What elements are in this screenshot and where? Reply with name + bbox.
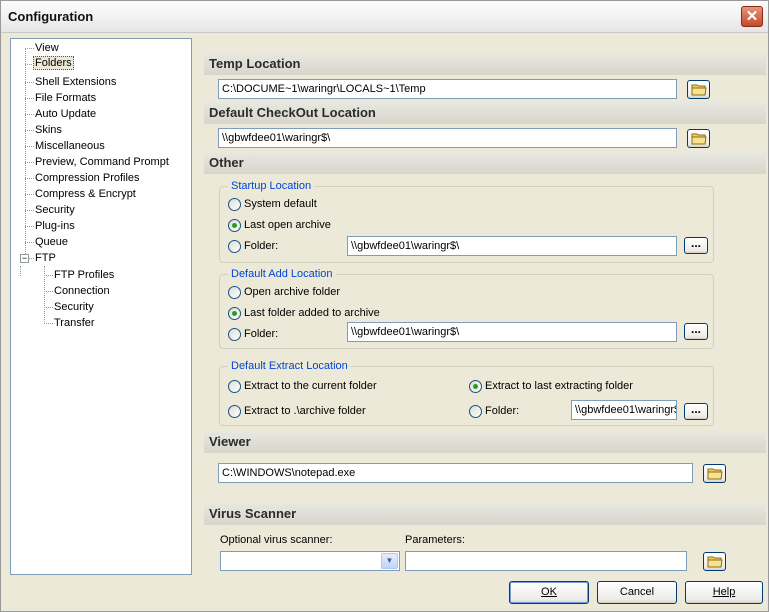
startup-folder-field[interactable]: \\gbwfdee01\waringr$\ [347,236,677,256]
folder-icon [707,468,723,480]
tree-item-security[interactable]: Security [35,203,75,217]
virus-scanner-select[interactable]: ▼ [220,551,400,571]
settings-tree: View Folders Shell Extensions File Forma… [10,38,192,575]
parameters-field[interactable] [405,551,687,571]
add-open-archive-folder-radio[interactable]: Open archive folder [228,286,340,300]
tree-item-ftp-profiles[interactable]: FTP Profiles [54,268,114,282]
tree-item-folders[interactable]: Folders [33,56,74,70]
radio-selected-icon [228,219,241,232]
checkout-location-field[interactable]: \\gbwfdee01\waringr$\ [218,128,677,148]
window-title: Configuration [8,9,94,24]
tree-item-ftp-security[interactable]: Security [54,300,94,314]
checkout-location-header: Default CheckOut Location [204,102,766,124]
ftp-collapse-icon[interactable]: − [20,254,29,263]
folder-icon [691,133,707,145]
tree-item-ftp[interactable]: FTP [35,251,56,265]
title-bar[interactable]: Configuration ✕ [1,1,768,33]
radio-icon [228,405,241,418]
temp-browse-button[interactable] [687,80,710,99]
extract-location-legend: Default Extract Location [228,360,351,372]
configuration-dialog: Configuration ✕ View Folders Shell Exten… [0,0,769,612]
temp-location-header: Temp Location [204,53,766,75]
help-button[interactable]: Help [685,581,763,604]
folder-icon [691,84,707,96]
radio-icon [228,240,241,253]
other-header: Other [204,152,766,174]
add-location-legend: Default Add Location [228,268,336,280]
cancel-button[interactable]: Cancel [597,581,677,604]
tree-item-file-formats[interactable]: File Formats [35,91,96,105]
extract-folder-radio[interactable]: Folder: [469,405,519,419]
virus-browse-button[interactable] [703,552,726,571]
checkout-browse-button[interactable] [687,129,710,148]
radio-icon [228,198,241,211]
folder-icon [707,556,723,568]
tree-item-skins[interactable]: Skins [35,123,62,137]
startup-location-legend: Startup Location [228,180,315,192]
virus-scanner-header: Virus Scanner [204,503,766,525]
extract-current-folder-radio[interactable]: Extract to the current folder [228,380,377,394]
add-folder-field[interactable]: \\gbwfdee01\waringr$\ [347,322,677,342]
startup-system-default-radio[interactable]: System default [228,198,317,212]
radio-icon [228,328,241,341]
close-button[interactable]: ✕ [741,6,763,27]
radio-selected-icon [228,307,241,320]
add-last-folder-radio[interactable]: Last folder added to archive [228,307,380,321]
virus-scanner-label: Optional virus scanner: [220,534,333,546]
extract-archive-folder-radio[interactable]: Extract to .\archive folder [228,405,366,419]
tree-item-queue[interactable]: Queue [35,235,68,249]
radio-icon [228,286,241,299]
temp-location-field[interactable]: C:\DOCUME~1\waringr\LOCALS~1\Temp [218,79,677,99]
viewer-field[interactable]: C:\WINDOWS\notepad.exe [218,463,693,483]
extract-browse-button[interactable]: ... [684,403,708,420]
tree-item-view[interactable]: View [35,41,59,55]
viewer-header: Viewer [204,431,766,453]
startup-folder-radio[interactable]: Folder: [228,240,278,254]
extract-last-folder-radio[interactable]: Extract to last extracting folder [469,380,633,394]
radio-icon [228,380,241,393]
tree-item-connection[interactable]: Connection [54,284,110,298]
tree-item-compress-encrypt[interactable]: Compress & Encrypt [35,187,136,201]
radio-icon [469,405,482,418]
tree-item-shell-extensions[interactable]: Shell Extensions [35,75,116,89]
tree-item-compression-profiles[interactable]: Compression Profiles [35,171,140,185]
tree-item-transfer[interactable]: Transfer [54,316,95,330]
add-folder-radio[interactable]: Folder: [228,328,278,342]
extract-folder-field[interactable]: \\gbwfdee01\waringr$\ [571,400,677,420]
add-browse-button[interactable]: ... [684,323,708,340]
viewer-browse-button[interactable] [703,464,726,483]
startup-browse-button[interactable]: ... [684,237,708,254]
chevron-down-icon[interactable]: ▼ [381,553,398,569]
tree-item-plug-ins[interactable]: Plug-ins [35,219,75,233]
ok-button[interactable]: OK [509,581,589,604]
tree-item-preview-command-prompt[interactable]: Preview, Command Prompt [35,155,169,169]
parameters-label: Parameters: [405,534,465,546]
radio-selected-icon [469,380,482,393]
startup-last-open-archive-radio[interactable]: Last open archive [228,219,331,233]
tree-item-miscellaneous[interactable]: Miscellaneous [35,139,105,153]
tree-item-auto-update[interactable]: Auto Update [35,107,96,121]
